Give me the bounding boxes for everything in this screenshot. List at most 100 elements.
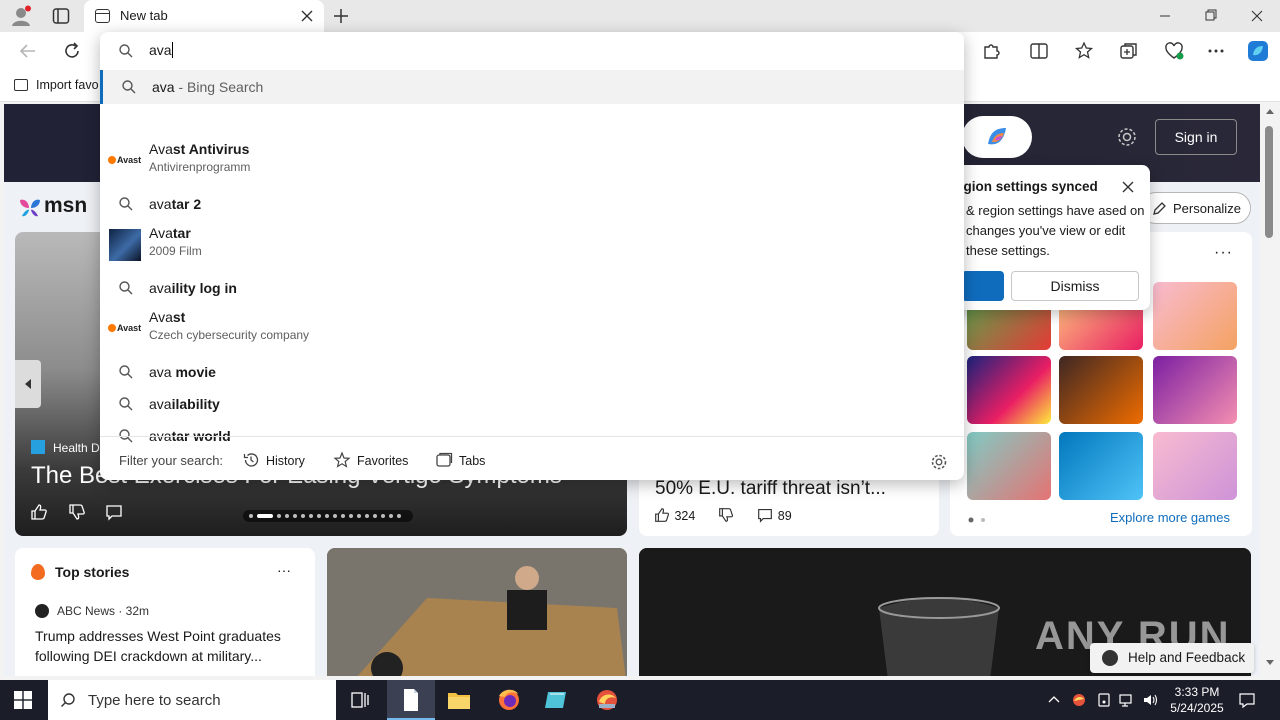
favorites-star-icon[interactable] xyxy=(1072,39,1096,63)
games-more-options[interactable]: ··· xyxy=(1214,244,1233,262)
story-headline[interactable]: Trump addresses West Point graduates fol… xyxy=(35,626,305,666)
browser-app-icon xyxy=(597,690,617,710)
more-options-icon[interactable] xyxy=(1204,39,1228,63)
back-arrow-icon[interactable] xyxy=(16,39,40,63)
taskbar-app-file-explorer[interactable] xyxy=(435,680,483,720)
personalize-button[interactable]: Personalize xyxy=(1140,192,1251,224)
taskbar-app-firefox[interactable] xyxy=(485,680,533,720)
taskbar-app-edge-canary[interactable] xyxy=(583,680,631,720)
notification-center-icon[interactable] xyxy=(1238,691,1256,709)
tray-app-icon[interactable] xyxy=(1070,692,1088,708)
top-stories-more-options[interactable]: ··· xyxy=(277,562,291,578)
like-icon[interactable] xyxy=(29,502,49,522)
suggestion-item[interactable]: Avast Avast Czech cybersecurity company xyxy=(100,304,964,354)
new-tab-plus-icon[interactable] xyxy=(330,5,352,27)
suggestion-item[interactable]: availity log in xyxy=(100,272,964,304)
dislike-icon[interactable] xyxy=(67,502,87,522)
like-count: 324 xyxy=(674,509,696,523)
page-scrollbar[interactable] xyxy=(1260,104,1280,676)
avast-logo-icon: Avast xyxy=(108,323,142,335)
import-icon xyxy=(14,79,28,91)
address-bar[interactable]: ava xyxy=(100,32,964,70)
suggestion-text: ava - Bing Search xyxy=(152,79,263,95)
close-popup-icon[interactable] xyxy=(1120,179,1136,195)
region-popup-primary-button[interactable] xyxy=(962,271,1004,301)
taskbar-app-notepad[interactable] xyxy=(387,680,435,720)
taskbar-search-box[interactable]: Type here to search xyxy=(48,680,336,720)
suggestion-text: Avast xyxy=(149,309,185,325)
comment-icon[interactable] xyxy=(756,506,774,524)
game-tile[interactable] xyxy=(967,432,1051,500)
tray-overflow-chevron-icon[interactable] xyxy=(1046,692,1062,708)
scroll-up-icon[interactable] xyxy=(1260,106,1280,116)
minimize-icon[interactable] xyxy=(1142,0,1188,32)
suggestion-item[interactable]: Avast Avast Antivirus Antivirenprogramm xyxy=(100,136,964,186)
suggestion-subtitle: Antivirenprogramm xyxy=(149,160,251,174)
tray-device-icon[interactable] xyxy=(1096,692,1112,708)
hero-reactions xyxy=(29,502,124,525)
split-screen-icon[interactable] xyxy=(1027,39,1051,63)
like-icon[interactable] xyxy=(653,506,671,524)
network-icon[interactable] xyxy=(1118,692,1136,708)
page-settings-gear-icon[interactable] xyxy=(1116,126,1138,148)
profile-icon[interactable] xyxy=(10,5,32,27)
tab-actions-icon[interactable] xyxy=(52,7,70,25)
top-stories-card: Top stories ··· ABC News · 32m Trump add… xyxy=(15,548,315,676)
sign-in-button[interactable]: Sign in xyxy=(1155,119,1237,155)
dismiss-button[interactable]: Dismiss xyxy=(1011,271,1139,301)
game-tile[interactable] xyxy=(1153,432,1237,500)
copilot-button[interactable] xyxy=(962,116,1032,158)
collections-icon[interactable] xyxy=(1117,39,1141,63)
restore-icon[interactable] xyxy=(1188,0,1234,32)
game-tile[interactable] xyxy=(1059,432,1143,500)
taskbar-app-notes[interactable] xyxy=(533,680,581,720)
filter-tabs-label: Tabs xyxy=(459,454,486,468)
copilot-icon[interactable] xyxy=(1246,39,1270,63)
search-icon xyxy=(119,197,133,211)
games-pager-dots[interactable] xyxy=(968,517,988,523)
task-view-icon xyxy=(351,692,369,708)
import-favorites-label: Import favo xyxy=(36,78,99,92)
volume-icon[interactable] xyxy=(1142,692,1160,708)
suggestion-typed-part: Ava xyxy=(149,225,173,241)
browser-essentials-icon[interactable] xyxy=(1162,39,1186,63)
region-settings-popup: egion settings synced & region settings … xyxy=(940,165,1150,310)
import-favorites-item[interactable]: Import favo xyxy=(14,78,99,92)
carousel-prev-button[interactable] xyxy=(15,360,41,408)
clock-date: 5/24/2025 xyxy=(1170,701,1224,715)
suggestion-completion: ilability xyxy=(171,396,220,412)
system-clock[interactable]: 3:33 PM 5/24/2025 xyxy=(1162,684,1232,716)
filter-favorites-label: Favorites xyxy=(357,454,409,468)
suggestion-item[interactable]: ava - Bing Search xyxy=(100,70,964,104)
windows-start-icon[interactable] xyxy=(14,691,32,709)
scroll-thumb[interactable] xyxy=(1265,126,1273,238)
help-and-feedback-button[interactable]: Help and Feedback xyxy=(1090,643,1254,673)
close-tab-icon[interactable] xyxy=(299,8,315,24)
news-photo-meeting[interactable] xyxy=(327,548,627,676)
suggestion-item[interactable]: avatar 2 xyxy=(100,188,964,220)
new-tab-page-icon xyxy=(95,9,110,23)
close-window-icon[interactable] xyxy=(1234,0,1280,32)
msn-butterfly-logo[interactable] xyxy=(16,194,44,222)
comment-count: 89 xyxy=(777,509,792,523)
suggestion-item[interactable]: Avatar 2009 Film xyxy=(100,220,964,270)
game-tile[interactable] xyxy=(1153,282,1237,350)
health-source-icon xyxy=(31,440,45,454)
tab-new-tab[interactable]: New tab xyxy=(84,0,324,32)
search-settings-gear-icon[interactable] xyxy=(930,453,948,471)
game-tile[interactable] xyxy=(1153,356,1237,424)
game-tile[interactable] xyxy=(1059,356,1143,424)
scroll-down-icon[interactable] xyxy=(1260,658,1280,668)
suggestion-item[interactable]: ava movie xyxy=(100,356,964,388)
refresh-icon[interactable] xyxy=(60,39,84,63)
suggestion-item[interactable]: availability xyxy=(100,388,964,420)
comment-icon[interactable] xyxy=(104,502,124,522)
extensions-icon[interactable] xyxy=(979,39,1003,63)
task-view-button[interactable] xyxy=(336,680,384,720)
news-card-headline[interactable]: 50% E.U. tariff threat isn’t... xyxy=(655,478,886,500)
address-bar-input[interactable]: ava xyxy=(149,42,173,58)
dislike-icon[interactable] xyxy=(717,506,735,524)
game-tile[interactable] xyxy=(967,356,1051,424)
explore-more-games-link[interactable]: Explore more games xyxy=(1110,510,1230,525)
carousel-dots[interactable] xyxy=(243,510,413,522)
